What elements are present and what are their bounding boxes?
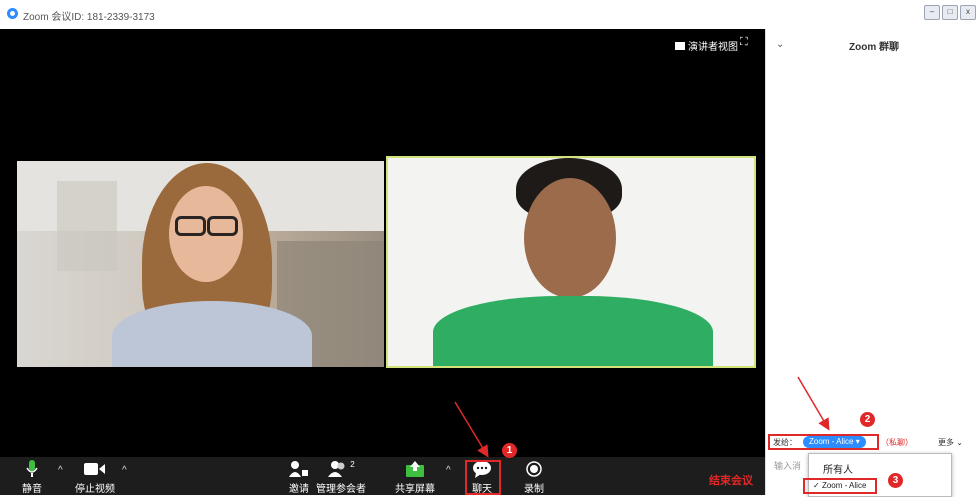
arrow-to-chat [454,401,489,458]
annotation-arrows [454,376,830,458]
arrow-to-recipient [797,376,830,431]
